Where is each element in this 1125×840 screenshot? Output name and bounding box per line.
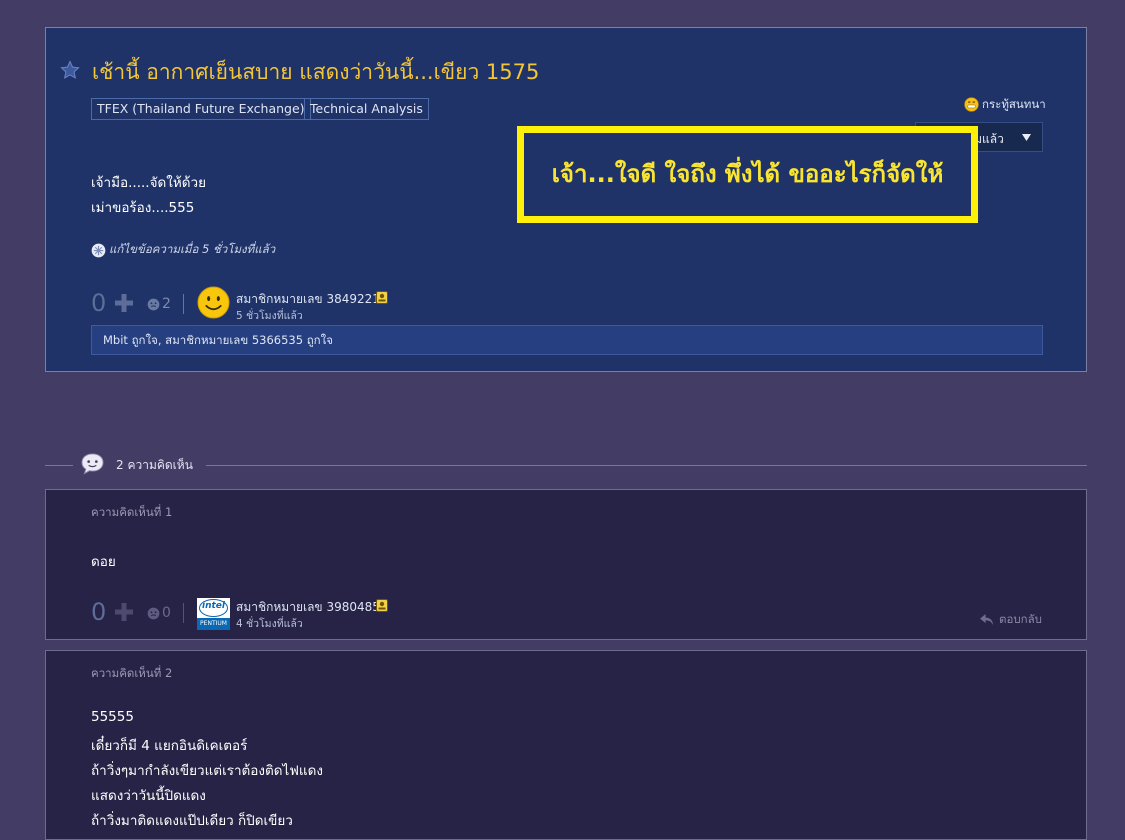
topic-title: เช้านี้ อากาศเย็นสบาย แสดงว่าวันนี้...เข… [92, 60, 540, 84]
emotion-icon[interactable] [147, 607, 160, 620]
comment-text-line: ถ้าวิ่งมาติดแดงแป๊ปเดียว ก็ปิดเขียว [91, 813, 293, 829]
smiley-avatar[interactable] [197, 286, 230, 319]
likes-bar[interactable]: Mbit ถูกใจ, สมาชิกหมายเลข 5366535 ถูกใจ [91, 325, 1043, 355]
callout-box: เจ้า...ใจดี ใจถึง พึ่งได้ ขออะไรก็จัดให้ [517, 126, 978, 223]
star-icon[interactable] [60, 60, 80, 80]
edit-history-icon [91, 243, 106, 258]
avatar-logo-text: intel [202, 601, 225, 611]
comment-text-line: เดี๋ยวก็มี 4 แยกอินดิเคเตอร์ [91, 738, 248, 754]
reply-button[interactable]: ตอบกลับ [999, 611, 1042, 629]
vote-separator [183, 603, 184, 623]
emotion-count: 2 [162, 296, 171, 312]
dropdown-caret-icon[interactable] [1022, 134, 1031, 141]
vote-count: 0 [91, 289, 107, 317]
member-badge-icon [376, 291, 388, 304]
comment-number: ความคิดเห็นที่ 2 [91, 666, 173, 680]
plus-vote-icon[interactable] [115, 603, 133, 621]
comment-number: ความคิดเห็นที่ 1 [91, 505, 173, 519]
comment-text-line: แสดงว่าวันนี้ปิดแดง [91, 788, 206, 804]
emotion-face-icon [964, 97, 979, 112]
comment-text-line: ถ้าวิ่งๆมากำลังเขียวแต่เราต้องติดไฟแดง [91, 763, 323, 779]
avatar-sub-text: PENTIUM [197, 618, 230, 630]
tag-technical-analysis[interactable]: Technical Analysis [304, 98, 429, 120]
emotion-icon[interactable] [147, 298, 160, 311]
comment-card-1: ความคิดเห็นที่ 1 ดอย 0 0 intel PENTIUM ส… [45, 489, 1087, 640]
member-badge-icon [376, 599, 388, 612]
edit-note: แก้ไขข้อความเมื่อ 5 ชั่วโมงที่แล้ว [109, 242, 276, 256]
comments-count: 2 ความคิดเห็น [116, 458, 193, 472]
comment-text-line: ดอย [91, 554, 116, 570]
divider-right [206, 465, 1087, 466]
tag-tfex[interactable]: TFEX (Thailand Future Exchange) [91, 98, 311, 120]
post-time: 5 ชั่วโมงที่แล้ว [236, 310, 303, 322]
topic-body-line-1: เจ้ามือ.....จัดให้ด้วย [91, 175, 206, 191]
post-time: 4 ชั่วโมงที่แล้ว [236, 618, 303, 630]
topic-body-line-2: เม่าขอร้อง....555 [91, 200, 195, 216]
comment-bubble-icon [81, 453, 104, 475]
reply-icon[interactable] [980, 614, 993, 625]
comment-card-2: ความคิดเห็นที่ 2 55555 เดี๋ยวก็มี 4 แยกอ… [45, 650, 1087, 840]
vote-count: 0 [91, 598, 107, 626]
topic-type-label: กระทู้สนทนา [982, 97, 1046, 111]
intel-avatar[interactable]: intel PENTIUM [197, 598, 230, 630]
divider-left [45, 465, 73, 466]
comment-text-line: 55555 [91, 709, 134, 725]
emotion-count: 0 [162, 605, 171, 621]
vote-separator [183, 294, 184, 314]
plus-vote-icon[interactable] [115, 294, 133, 312]
